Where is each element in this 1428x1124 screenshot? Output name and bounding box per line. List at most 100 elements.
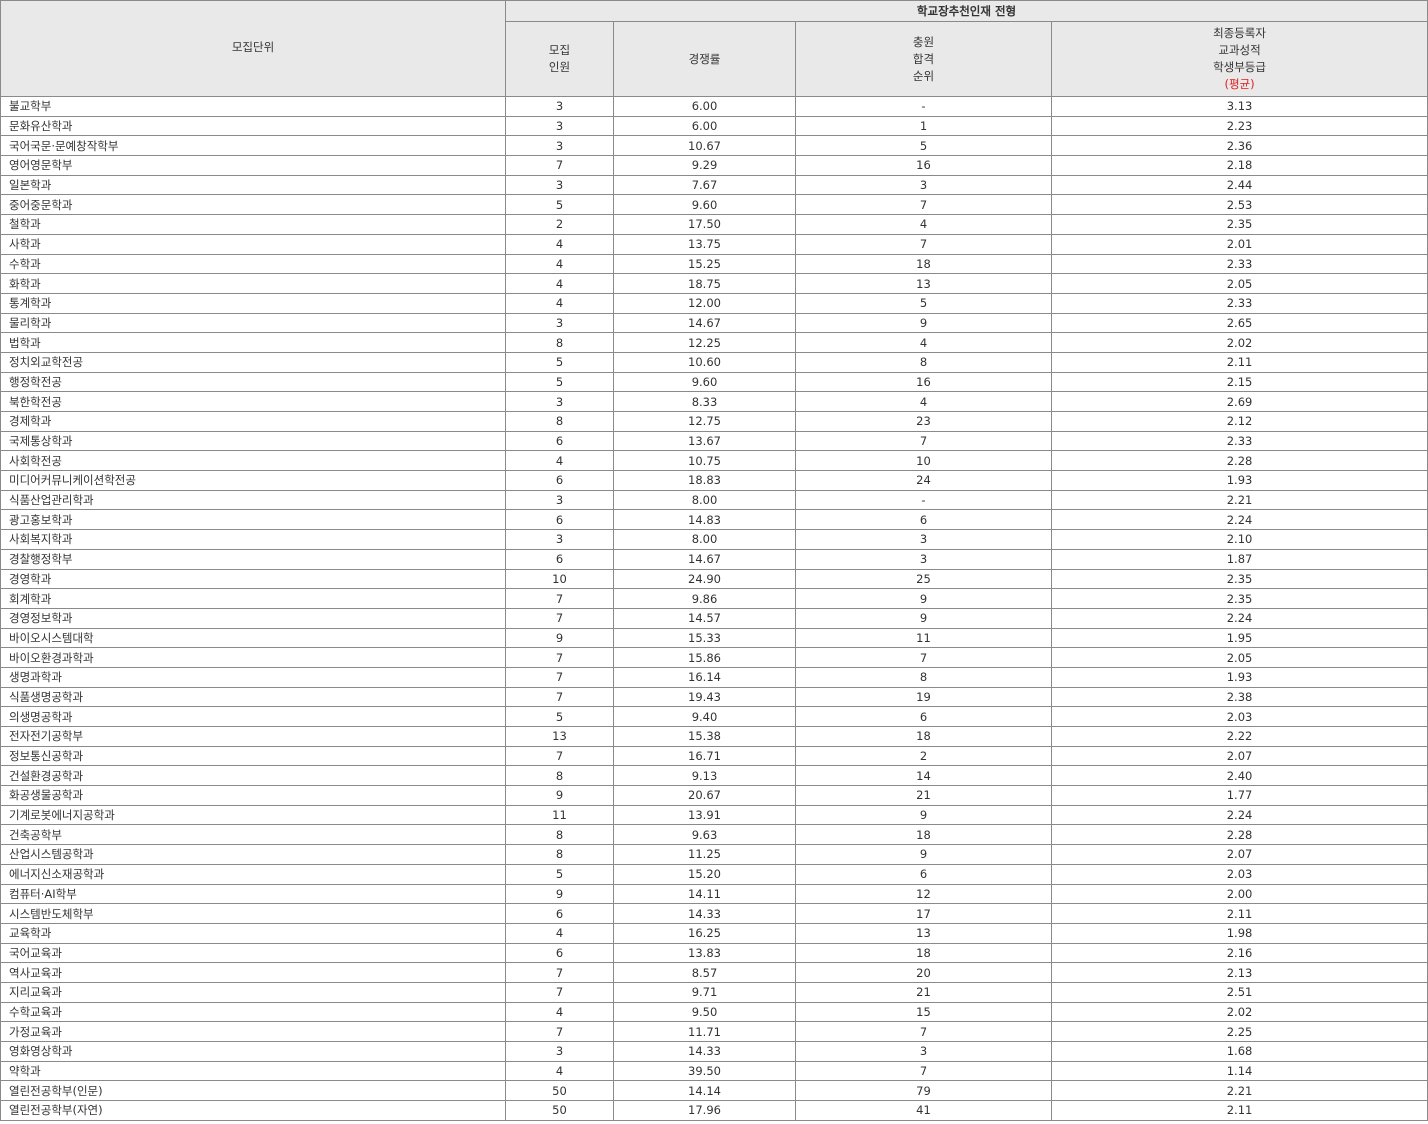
row-ratio: 20.67 [613, 785, 796, 806]
row-grade-average: 2.03 [1050, 863, 1428, 885]
row-unit-name: 지리교육과 [0, 981, 506, 1003]
row-quota: 8 [505, 824, 614, 846]
row-grade-average: 3.13 [1050, 96, 1428, 117]
row-ratio: 9.40 [613, 706, 796, 727]
row-grade-average: 2.24 [1050, 607, 1428, 629]
row-waitlist-rank: 9 [795, 804, 1052, 826]
table-row: 중어중문학과 5 9.60 7 2.53 [0, 194, 1428, 216]
row-quota: 6 [505, 509, 614, 531]
table-row: 국어국문·문예창작학부 3 10.67 5 2.36 [0, 135, 1428, 157]
table-header: 모집단위 학교장추천인재 전형 모집 인원 경쟁률 충원 합격 순위 최종등록자… [0, 0, 1428, 97]
row-grade-average: 2.12 [1050, 411, 1428, 432]
row-unit-name: 미디어커뮤니케이션학전공 [0, 470, 506, 491]
row-unit-name: 전자전기공학부 [0, 726, 506, 747]
row-ratio: 14.33 [613, 903, 796, 924]
row-unit-name: 물리학과 [0, 312, 506, 334]
row-waitlist-rank: 13 [795, 922, 1052, 944]
row-quota: 8 [505, 765, 614, 787]
row-grade-average: 2.02 [1050, 332, 1428, 353]
row-quota: 4 [505, 1060, 614, 1082]
table-row: 역사교육과 7 8.57 20 2.13 [0, 962, 1428, 983]
row-unit-name: 열린전공학부(자연) [0, 1100, 506, 1121]
row-grade-average: 2.28 [1050, 450, 1428, 472]
row-ratio: 12.00 [613, 292, 796, 314]
table-row: 북한학전공 3 8.33 4 2.69 [0, 391, 1428, 412]
row-grade-average: 2.11 [1050, 903, 1428, 924]
row-unit-name: 바이오환경과학과 [0, 647, 506, 668]
row-grade-average: 2.69 [1050, 391, 1428, 412]
row-ratio: 13.67 [613, 430, 796, 452]
row-unit-name: 생명과학과 [0, 666, 506, 688]
row-ratio: 14.14 [613, 1080, 796, 1102]
row-waitlist-rank: 11 [795, 627, 1052, 649]
row-waitlist-rank: 8 [795, 666, 1052, 688]
table-row: 경영정보학과 7 14.57 9 2.24 [0, 607, 1428, 629]
row-waitlist-rank: 5 [795, 135, 1052, 157]
row-quota: 5 [505, 863, 614, 885]
row-unit-name: 국제통상학과 [0, 430, 506, 452]
row-waitlist-rank: 16 [795, 155, 1052, 176]
row-grade-average: 1.93 [1050, 666, 1428, 688]
row-quota: 5 [505, 351, 614, 373]
row-quota: 4 [505, 233, 614, 255]
row-quota: 3 [505, 174, 614, 196]
row-waitlist-rank: 7 [795, 430, 1052, 452]
row-quota: 7 [505, 1021, 614, 1042]
table-row: 정보통신공학과 7 16.71 2 2.07 [0, 745, 1428, 767]
row-unit-name: 수학과 [0, 253, 506, 275]
row-unit-name: 건설환경공학과 [0, 765, 506, 787]
row-unit-name: 회계학과 [0, 588, 506, 609]
row-quota: 7 [505, 155, 614, 176]
row-quota: 4 [505, 1001, 614, 1023]
row-ratio: 18.83 [613, 470, 796, 491]
row-waitlist-rank: 7 [795, 647, 1052, 668]
table-row: 화학과 4 18.75 13 2.05 [0, 273, 1428, 294]
row-unit-name: 영화영상학과 [0, 1041, 506, 1062]
row-ratio: 9.60 [613, 371, 796, 393]
row-quota: 13 [505, 726, 614, 747]
row-grade-average: 2.03 [1050, 706, 1428, 727]
row-quota: 9 [505, 627, 614, 649]
header-waitlist-line3: 순위 [912, 68, 935, 83]
row-grade-average: 1.93 [1050, 470, 1428, 491]
row-unit-name: 불교학부 [0, 96, 506, 117]
table-row: 회계학과 7 9.86 9 2.35 [0, 588, 1428, 609]
row-ratio: 9.13 [613, 765, 796, 787]
table-row: 미디어커뮤니케이션학전공 6 18.83 24 1.93 [0, 470, 1428, 491]
row-quota: 4 [505, 273, 614, 294]
row-quota: 3 [505, 1041, 614, 1062]
row-ratio: 15.25 [613, 253, 796, 275]
table-row: 사학과 4 13.75 7 2.01 [0, 233, 1428, 255]
row-quota: 7 [505, 647, 614, 668]
row-grade-average: 2.35 [1050, 588, 1428, 609]
header-grade-line3: 학생부등급 [1213, 60, 1266, 74]
row-waitlist-rank: 17 [795, 903, 1052, 924]
row-ratio: 14.33 [613, 1041, 796, 1062]
row-waitlist-rank: 1 [795, 115, 1052, 137]
header-grade: 최종등록자 교과성적 학생부등급 (평균) [1050, 21, 1428, 97]
table-row: 의생명공학과 5 9.40 6 2.03 [0, 706, 1428, 727]
row-unit-name: 시스템반도체학부 [0, 903, 506, 924]
row-waitlist-rank: 12 [795, 883, 1052, 905]
row-unit-name: 바이오시스템대학 [0, 627, 506, 649]
row-grade-average: 2.22 [1050, 726, 1428, 747]
row-ratio: 12.25 [613, 332, 796, 353]
row-ratio: 39.50 [613, 1060, 796, 1082]
table-row: 영어영문학부 7 9.29 16 2.18 [0, 155, 1428, 176]
row-waitlist-rank: 2 [795, 745, 1052, 767]
row-quota: 6 [505, 942, 614, 964]
table-body: 불교학부 3 6.00-3.13 문화유산학과 3 6.00 1 2.23 국어국문·문예창작학… [0, 96, 1428, 1121]
table-row: 교육학과 4 16.25 13 1.98 [0, 922, 1428, 944]
table-row: 경영학과 10 24.90 25 2.35 [0, 568, 1428, 590]
header-grade-average-label: (평균) [1224, 77, 1255, 91]
row-grade-average: 1.68 [1050, 1041, 1428, 1062]
row-quota: 3 [505, 115, 614, 137]
row-ratio: 10.60 [613, 351, 796, 373]
row-waitlist-rank: 6 [795, 509, 1052, 531]
table-row: 경제학과 8 12.75 23 2.12 [0, 411, 1428, 432]
row-waitlist-rank: 3 [795, 1041, 1052, 1062]
row-ratio: 13.83 [613, 942, 796, 964]
row-unit-name: 교육학과 [0, 922, 506, 944]
row-quota: 6 [505, 470, 614, 491]
table-row: 법학과 8 12.25 4 2.02 [0, 332, 1428, 353]
